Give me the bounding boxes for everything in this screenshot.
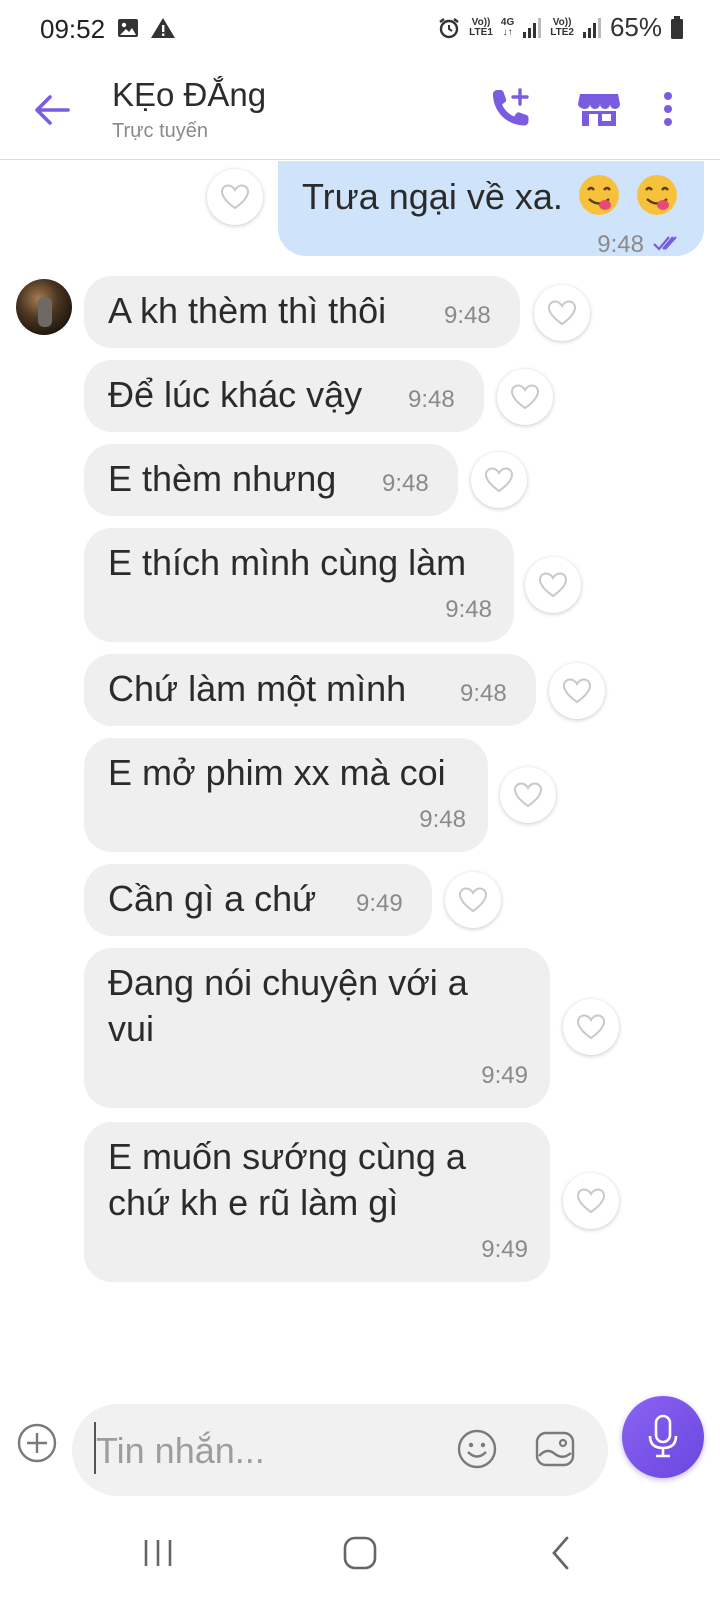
message-time: 9:49 bbox=[356, 890, 403, 917]
message-text: A kh thèm thì thôi bbox=[108, 290, 387, 331]
network-type-label: 4G bbox=[500, 16, 515, 28]
data-arrows-icon: ↓↑ bbox=[502, 26, 513, 38]
signal-strength-icon bbox=[523, 17, 542, 38]
message-text: E mở phim xx mà coi bbox=[108, 752, 446, 793]
signal-strength-icon bbox=[582, 17, 601, 38]
gallery-notification-icon bbox=[118, 19, 138, 37]
message-time: 9:48 bbox=[444, 302, 491, 329]
like-button[interactable] bbox=[563, 999, 619, 1055]
warning-icon bbox=[151, 18, 175, 38]
incoming-message-bubble[interactable]: Để lúc khác vậy 9:48 bbox=[84, 360, 484, 432]
like-button[interactable] bbox=[563, 1173, 619, 1229]
status-bar: 09:52 Vo)) LTE1 4G ↓↑ Vo)) LTE2 65% bbox=[0, 0, 720, 60]
like-button[interactable] bbox=[471, 452, 527, 508]
voice-message-button[interactable] bbox=[622, 1396, 704, 1478]
status-time: 09:52 bbox=[40, 14, 106, 44]
message-time: 9:49 bbox=[481, 1062, 528, 1089]
message-text: Trưa ngại về xa. bbox=[302, 176, 563, 217]
add-attachment-icon[interactable] bbox=[16, 1422, 58, 1464]
incoming-message-bubble[interactable]: Cần gì a chứ 9:49 bbox=[84, 864, 432, 936]
home-icon[interactable] bbox=[335, 1528, 385, 1578]
sim1-volte-label: Vo)) bbox=[471, 16, 491, 28]
heart-icon bbox=[458, 887, 488, 913]
heart-icon bbox=[513, 782, 543, 808]
heart-icon bbox=[576, 1014, 606, 1040]
message-time: 9:48 bbox=[597, 231, 644, 258]
message-time: 9:48 bbox=[419, 806, 466, 833]
heart-icon bbox=[538, 572, 568, 598]
read-receipt-icon bbox=[653, 236, 677, 251]
message-text: Để lúc khác vậy bbox=[108, 374, 363, 415]
like-button[interactable] bbox=[497, 369, 553, 425]
incoming-message-bubble[interactable]: A kh thèm thì thôi 9:48 bbox=[84, 276, 520, 348]
incoming-message-bubble[interactable]: E thích mình cùng làm 9:48 bbox=[84, 528, 514, 642]
alarm-icon bbox=[439, 17, 459, 38]
like-button[interactable] bbox=[445, 872, 501, 928]
message-composer: Tin nhắn... bbox=[0, 1396, 720, 1506]
message-text: vui bbox=[108, 1008, 155, 1049]
heart-icon bbox=[510, 384, 540, 410]
add-call-icon[interactable] bbox=[484, 84, 534, 134]
sim2-lte-label: LTE2 bbox=[550, 26, 574, 38]
contact-status: Trực tuyến bbox=[112, 120, 209, 142]
message-time: 9:49 bbox=[481, 1236, 528, 1263]
like-button[interactable] bbox=[549, 663, 605, 719]
message-text: Chứ làm một mình bbox=[108, 668, 407, 709]
message-text: E thích mình cùng làm bbox=[108, 542, 467, 583]
contact-name[interactable]: KẸo ĐẮng bbox=[112, 76, 266, 114]
store-icon[interactable] bbox=[574, 84, 624, 134]
recent-apps-icon[interactable] bbox=[133, 1528, 183, 1578]
gallery-icon[interactable] bbox=[532, 1426, 578, 1472]
message-time: 9:48 bbox=[445, 596, 492, 623]
sim2-volte-label: Vo)) bbox=[552, 16, 572, 28]
heart-icon bbox=[562, 678, 592, 704]
incoming-message-bubble[interactable]: E muốn sướng cùng a chứ kh e rũ làm gì 9… bbox=[84, 1122, 550, 1282]
face-savoring-food-emoji-icon bbox=[636, 175, 677, 215]
message-text: chứ kh e rũ làm gì bbox=[108, 1182, 399, 1223]
back-arrow-icon[interactable] bbox=[30, 88, 74, 132]
message-input[interactable]: Tin nhắn... bbox=[72, 1404, 608, 1496]
face-savoring-food-emoji-icon bbox=[578, 175, 619, 215]
outgoing-message-bubble[interactable]: Trưa ngại về xa. 9:48 bbox=[278, 161, 704, 258]
like-button[interactable] bbox=[525, 557, 581, 613]
system-navigation-bar bbox=[0, 1506, 720, 1600]
battery-percent: 65% bbox=[609, 12, 662, 42]
microphone-icon bbox=[648, 1414, 678, 1458]
like-button[interactable] bbox=[207, 169, 263, 225]
more-options-icon[interactable] bbox=[644, 84, 684, 134]
message-text: E muốn sướng cùng a bbox=[108, 1136, 466, 1177]
message-list[interactable]: Trưa ngại về xa. 9:48 A kh thèm thì thôi… bbox=[0, 161, 720, 1396]
message-text: E thèm nhưng bbox=[108, 458, 337, 499]
heart-icon bbox=[547, 300, 577, 326]
message-time: 9:48 bbox=[408, 386, 455, 413]
message-time: 9:48 bbox=[460, 680, 507, 707]
message-text: Cần gì a chứ bbox=[108, 878, 317, 919]
heart-icon bbox=[576, 1188, 606, 1214]
heart-icon bbox=[220, 184, 250, 210]
sim1-lte-label: LTE1 bbox=[469, 26, 493, 38]
message-input-placeholder: Tin nhắn... bbox=[96, 1430, 265, 1471]
message-text: Đang nói chuyện với a bbox=[108, 962, 468, 1003]
like-button[interactable] bbox=[534, 285, 590, 341]
heart-icon bbox=[484, 467, 514, 493]
emoji-icon[interactable] bbox=[454, 1426, 500, 1472]
contact-avatar[interactable] bbox=[16, 279, 72, 335]
like-button[interactable] bbox=[500, 767, 556, 823]
battery-icon bbox=[671, 15, 683, 39]
chat-header: KẸo ĐẮng Trực tuyến bbox=[0, 60, 720, 160]
incoming-message-bubble[interactable]: Đang nói chuyện với a vui 9:49 bbox=[84, 948, 550, 1108]
incoming-message-bubble[interactable]: E thèm nhưng 9:48 bbox=[84, 444, 458, 516]
back-nav-icon[interactable] bbox=[537, 1528, 587, 1578]
message-time: 9:48 bbox=[382, 470, 429, 497]
incoming-message-bubble[interactable]: E mở phim xx mà coi 9:48 bbox=[84, 738, 488, 852]
incoming-message-bubble[interactable]: Chứ làm một mình 9:48 bbox=[84, 654, 536, 726]
